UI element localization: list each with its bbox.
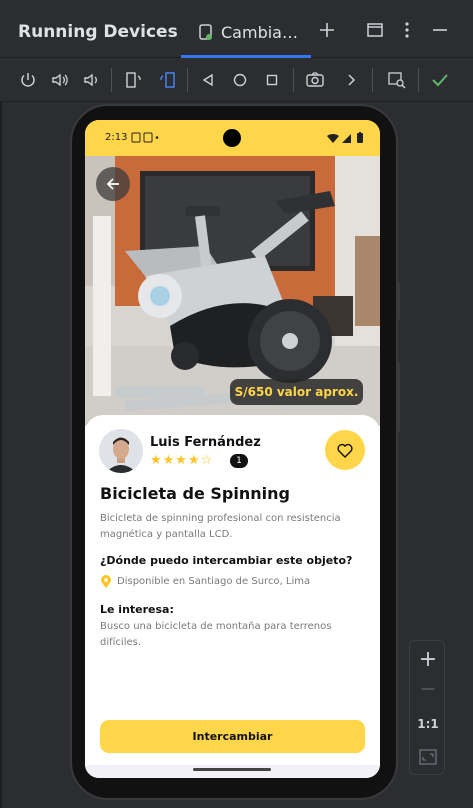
tab-label: Cambia… xyxy=(221,23,298,42)
price-badge: S/650 valor aprox. xyxy=(230,379,363,405)
arrow-left-icon xyxy=(106,178,119,190)
toolbar-separator xyxy=(372,68,373,92)
notification-icons xyxy=(131,132,159,143)
owner-photo xyxy=(99,429,143,473)
screenshot-icon[interactable] xyxy=(305,70,325,90)
home-icon[interactable] xyxy=(230,70,250,90)
actual-size-button[interactable]: 1:1 xyxy=(410,717,446,731)
location-text: Disponible en Santiago de Surco, Lima xyxy=(117,576,311,587)
left-edge xyxy=(0,102,2,808)
back-button[interactable] xyxy=(96,167,130,201)
toolbar-separator xyxy=(418,68,419,92)
maximize-icon[interactable] xyxy=(365,20,385,40)
volume-up-icon[interactable] xyxy=(50,70,70,90)
device-screen[interactable]: 2:13 S/650 valor aprox. Luis Fernández ★… xyxy=(85,120,380,778)
layout-inspector-icon[interactable] xyxy=(387,70,407,90)
overview-icon[interactable] xyxy=(262,70,282,90)
rotate-right-icon[interactable] xyxy=(157,70,177,90)
zoom-controls: + — 1:1 xyxy=(409,640,445,775)
owner-name: Luis Fernández xyxy=(150,435,261,450)
status-time: 2:13 xyxy=(105,132,128,143)
review-count-badge: 1 xyxy=(230,454,248,468)
device-toolbar xyxy=(0,58,473,102)
exchange-location-heading: ¿Dónde puedo intercambiar este objeto? xyxy=(100,554,353,567)
more-vertical-icon[interactable] xyxy=(397,20,417,40)
rotate-left-icon[interactable] xyxy=(124,70,144,90)
home-handle[interactable] xyxy=(193,768,271,771)
item-description: Bicicleta de spinning profesional con re… xyxy=(100,513,341,540)
tab-device[interactable]: Cambia… xyxy=(181,0,311,58)
tool-window-header: Running Devices Cambia… xyxy=(0,0,473,58)
interest-heading: Le interesa: xyxy=(100,603,174,616)
device-tab-icon xyxy=(199,24,212,40)
volume-down-icon[interactable] xyxy=(81,70,101,90)
fit-screen-icon[interactable] xyxy=(419,749,437,765)
phone-power-button xyxy=(396,282,400,320)
exchange-button[interactable]: Intercambiar xyxy=(100,720,365,753)
gesture-nav-bar xyxy=(85,765,380,778)
minimize-icon[interactable] xyxy=(430,20,450,40)
item-title: Bicicleta de Spinning xyxy=(100,484,290,503)
avatar[interactable] xyxy=(99,429,143,473)
panel-title: Running Devices xyxy=(18,22,178,42)
details-card: Luis Fernández ★★★★☆ 1 Bicicleta de Spin… xyxy=(85,415,380,778)
ide-window: Running Devices Cambia… 2:13 S/650 valor… xyxy=(0,0,473,808)
back-icon[interactable] xyxy=(198,70,218,90)
toolbar-separator xyxy=(187,68,188,92)
favorite-button[interactable] xyxy=(325,430,365,470)
toolbar-separator xyxy=(111,68,112,92)
rating-stars: ★★★★☆ xyxy=(150,453,214,468)
plus-icon[interactable] xyxy=(317,20,337,40)
heart-icon xyxy=(337,443,353,458)
status-bar: 2:13 xyxy=(85,120,380,156)
more-chevron-icon[interactable] xyxy=(341,70,361,90)
power-icon[interactable] xyxy=(18,70,38,90)
zoom-out-button[interactable]: — xyxy=(410,681,446,697)
toolbar-separator xyxy=(293,68,294,92)
location-pin-icon xyxy=(101,575,111,588)
phone-volume-button xyxy=(396,362,400,432)
system-status-icons xyxy=(327,132,363,143)
check-icon[interactable] xyxy=(430,70,450,90)
front-camera xyxy=(223,129,241,147)
interest-description: Busco una bicicleta de montaña para terr… xyxy=(100,621,332,648)
zoom-in-button[interactable]: + xyxy=(410,647,446,672)
